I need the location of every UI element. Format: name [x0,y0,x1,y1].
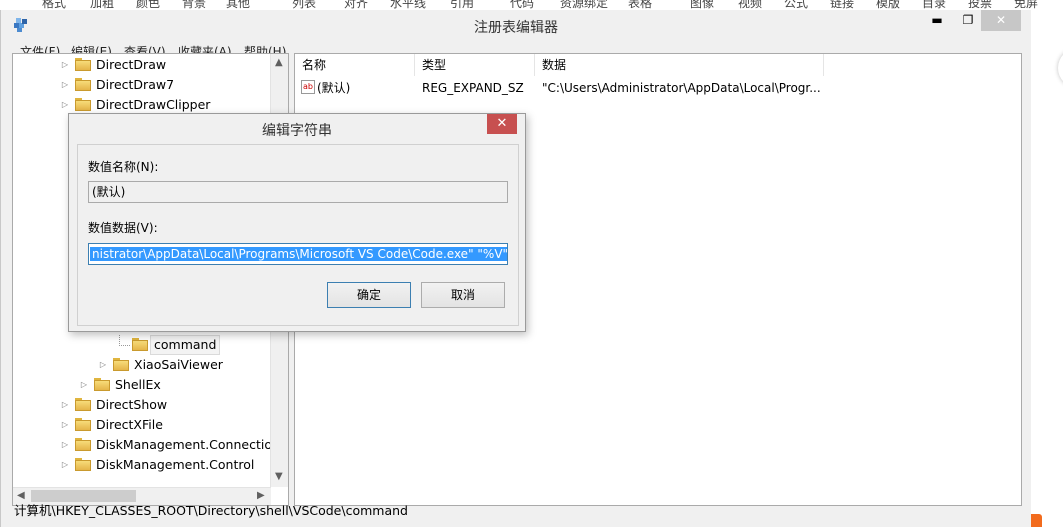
column-header-name[interactable]: 名称 [295,54,415,76]
scroll-up-arrow-icon[interactable]: ▲ [275,57,283,68]
value-name-field[interactable]: (默认) [88,181,508,203]
value-data[interactable]: "C:\Users\Administrator\AppData\Local\Pr… [542,78,821,98]
bg-tool: 链接 [830,0,855,10]
column-header-type[interactable]: 类型 [415,54,535,76]
tree-item-directdraw[interactable]: ▷ DirectDraw [13,55,271,75]
value-name-label: 数值名称(N): [88,160,159,174]
expand-arrow-icon[interactable]: ▷ [60,75,70,95]
close-button[interactable]: ✕ [981,10,1021,31]
tree-item-directdraw7[interactable]: ▷ DirectDraw7 [13,75,271,95]
status-bar-path: 计算机\HKEY_CLASSES_ROOT\Directory\shell\VS… [14,503,408,518]
bg-tool: 其他 [226,0,251,10]
minimize-button[interactable]: ▬ [919,10,955,31]
expand-arrow-icon[interactable]: ▷ [60,455,70,475]
expand-arrow-icon[interactable]: ▷ [60,415,70,435]
tree-item-xiaosaiviewer[interactable]: ▷ XiaoSaiViewer [13,355,271,375]
dialog-close-button[interactable]: ✕ [487,114,517,134]
bg-tool: 列表 [292,0,317,10]
string-value-icon: ab [301,80,315,94]
value-data-input[interactable]: nistrator\AppData\Local\Programs\Microso… [88,243,508,265]
folder-icon [132,338,148,352]
tree-item-label: DirectDraw7 [96,77,175,92]
expand-arrow-icon[interactable]: ▷ [98,355,108,375]
tree-item-diskmanagement-control[interactable]: ▷ DiskManagement.Control [13,455,271,475]
bg-tool: 颜色 [136,0,161,10]
bg-tool: 水平线 [390,0,427,10]
bg-tool: 图像 [690,0,715,10]
expand-arrow-icon[interactable]: ▷ [60,435,70,455]
bg-tool: 目录 [922,0,947,10]
folder-icon [75,98,91,112]
tree-item-label: DirectXFile [96,417,163,432]
cancel-button[interactable]: 取消 [421,282,505,308]
tree-item-command[interactable]: command [13,335,271,355]
bg-tool: 表格 [628,0,653,10]
bg-tool: 引用 [450,0,475,10]
bg-tool: 对齐 [344,0,369,10]
bg-tool: 格式 [42,0,67,10]
tree-item-label: DirectDrawClipper [96,97,211,112]
dialog-title: 编辑字符串 [262,123,332,139]
folder-icon [113,358,129,372]
bg-tool: 视频 [738,0,763,10]
bg-tool: 模版 [876,0,901,10]
bg-tool: 代码 [510,0,535,10]
tree-item-label: DiskManagement.Control [96,457,255,472]
window-title: 注册表编辑器 [474,20,558,36]
folder-icon [75,398,91,412]
folder-icon [75,78,91,92]
bg-tool: 投票 [968,0,993,10]
tree-item-diskmanagement-connection[interactable]: ▷ DiskManagement.Connection [13,435,280,455]
folder-icon [75,58,91,72]
background-page-edge [1031,10,1063,527]
folder-icon [75,458,91,472]
value-data-label: 数值数据(V): [88,221,158,235]
tree-item-directshow[interactable]: ▷ DirectShow [13,395,271,415]
folder-icon [75,418,91,432]
column-header-data[interactable]: 数据 [535,54,824,76]
expand-arrow-icon[interactable]: ▷ [60,55,70,75]
tree-item-label: ShellEx [115,377,161,392]
expand-arrow-icon[interactable]: ▷ [60,95,70,115]
tree-item-directdrawclipper[interactable]: ▷ DirectDrawClipper [13,95,271,115]
expand-arrow-icon[interactable]: ▷ [60,395,70,415]
value-name[interactable]: (默认) [317,78,350,98]
tree-item-label: command [150,335,221,355]
bg-tool: 公式 [784,0,809,10]
tree-item-label: DirectShow [96,397,168,412]
title-bar[interactable]: 注册表编辑器 ▬ ❐ ✕ [1,10,1031,40]
edit-string-dialog: 编辑字符串 ✕ 数值名称(N): (默认) 数值数据(V): nistrator… [68,113,526,332]
tree-item-label: XiaoSaiViewer [134,357,223,372]
bg-tool: 背景 [182,0,207,10]
tree-item-shellex[interactable]: ▷ ShellEx [13,375,271,395]
tree-item-directxfile[interactable]: ▷ DirectXFile [13,415,271,435]
bg-tool: 资源绑定 [560,0,609,10]
folder-icon [75,438,91,452]
expand-arrow-icon[interactable]: ▷ [79,375,89,395]
tree-connector [119,335,130,346]
folder-icon [94,378,110,392]
value-type[interactable]: REG_EXPAND_SZ [422,78,524,98]
tree-item-label: DiskManagement.Connection [96,437,280,452]
bg-tool: 加粗 [90,0,115,10]
ok-button[interactable]: 确定 [327,282,411,308]
tree-item-label: DirectDraw [96,57,167,72]
maximize-button[interactable]: ❐ [955,10,981,31]
background-toolbar: 格式 加粗 颜色 背景 其他 列表 对齐 水平线 引用 代码 资源绑定 表格 图… [0,0,1063,10]
bg-tool: 免屏 [1014,0,1039,10]
selected-text: nistrator\AppData\Local\Programs\Microso… [90,247,507,261]
scroll-down-arrow-icon[interactable]: ▼ [275,471,283,482]
dialog-body: 数值名称(N): (默认) 数值数据(V): nistrator\AppData… [77,144,519,326]
